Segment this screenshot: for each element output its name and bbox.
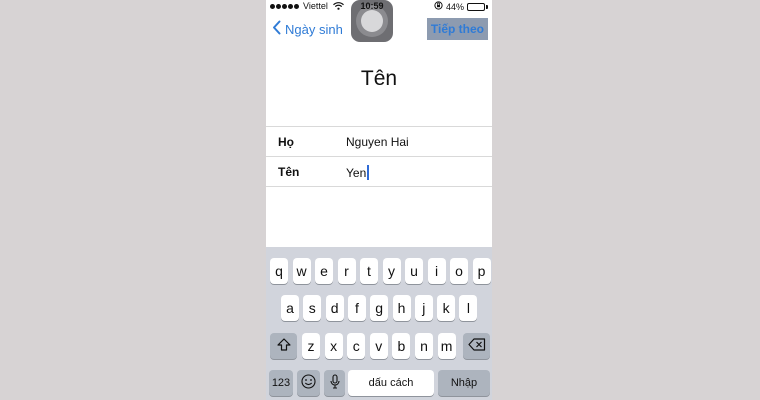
key-v[interactable]: v [369,333,388,359]
battery-icon [467,2,488,11]
key-h[interactable]: h [392,295,411,321]
key-b[interactable]: b [392,333,411,359]
keyboard: 123 dấu cách Nhập qwertyu i o p a s d f … [266,247,492,400]
key-l[interactable]: l [459,295,478,321]
last-name-label: Họ [278,135,294,149]
key-a[interactable]: a [281,295,299,321]
emoji-icon [301,374,316,392]
key-d[interactable]: d [325,295,344,321]
key-z[interactable]: z [302,333,320,359]
key-w[interactable]: w [292,258,311,284]
key-n[interactable]: n [415,333,433,359]
return-key[interactable]: Nhập [438,370,490,396]
key-g[interactable]: g [370,295,389,321]
text-cursor [367,165,370,180]
back-button-label: Ngày sinh [285,21,343,37]
name-form: Họ Nguyen Hai Tên Yen [266,126,492,187]
microphone-key[interactable] [324,370,345,396]
wifi-icon [332,2,344,10]
key-o[interactable]: o [450,258,468,284]
first-name-label: Tên [278,165,300,179]
key-x[interactable]: x [324,333,343,359]
signal-strength-icon [270,3,299,9]
key-i[interactable]: i [427,258,446,284]
key-f[interactable]: f [347,295,366,321]
last-name-value: Nguyen Hai [346,135,409,149]
key-e[interactable]: e [315,258,333,284]
key-j[interactable]: j [414,295,433,321]
space-key[interactable]: dấu cách [348,370,434,396]
key-r[interactable]: r [337,258,356,284]
microphone-icon [329,374,340,392]
key-m[interactable]: m [437,333,456,359]
key-q[interactable]: q [270,258,288,284]
first-name-field[interactable]: Yen [346,165,370,180]
key-u[interactable]: u [405,258,423,284]
key-t[interactable]: t [360,258,378,284]
carrier-name: Viettel [303,1,328,11]
shift-icon [276,338,291,354]
key-k[interactable]: k [437,295,456,321]
key-s[interactable]: s [303,295,322,321]
rotation-lock-icon [434,1,443,12]
phone-screen: Viettel 44% 10:59 Ngày sinh Tiếp theo Tê… [266,0,492,400]
first-name-value: Yen [346,165,367,180]
last-name-row[interactable]: Họ Nguyen Hai [266,126,492,156]
battery-percent: 44% [445,1,464,12]
key-y[interactable]: y [382,258,401,284]
delete-key[interactable] [463,333,490,359]
back-button[interactable]: Ngày sinh [272,20,343,38]
chevron-left-icon [272,20,281,38]
emoji-key[interactable] [297,370,320,396]
next-button[interactable]: Tiếp theo [426,18,488,40]
numbers-key[interactable]: 123 [269,370,293,396]
backspace-icon [467,338,486,354]
status-time: 10:59 [360,1,384,11]
status-right: 44% [434,1,488,12]
first-name-row[interactable]: Tên Yen [266,156,492,187]
key-c[interactable]: c [347,333,366,359]
last-name-field[interactable]: Nguyen Hai [346,135,409,149]
shift-key[interactable] [270,333,297,359]
key-p[interactable]: p [472,258,491,284]
status-left: Viettel [270,1,344,11]
page-title: Tên [360,67,398,90]
